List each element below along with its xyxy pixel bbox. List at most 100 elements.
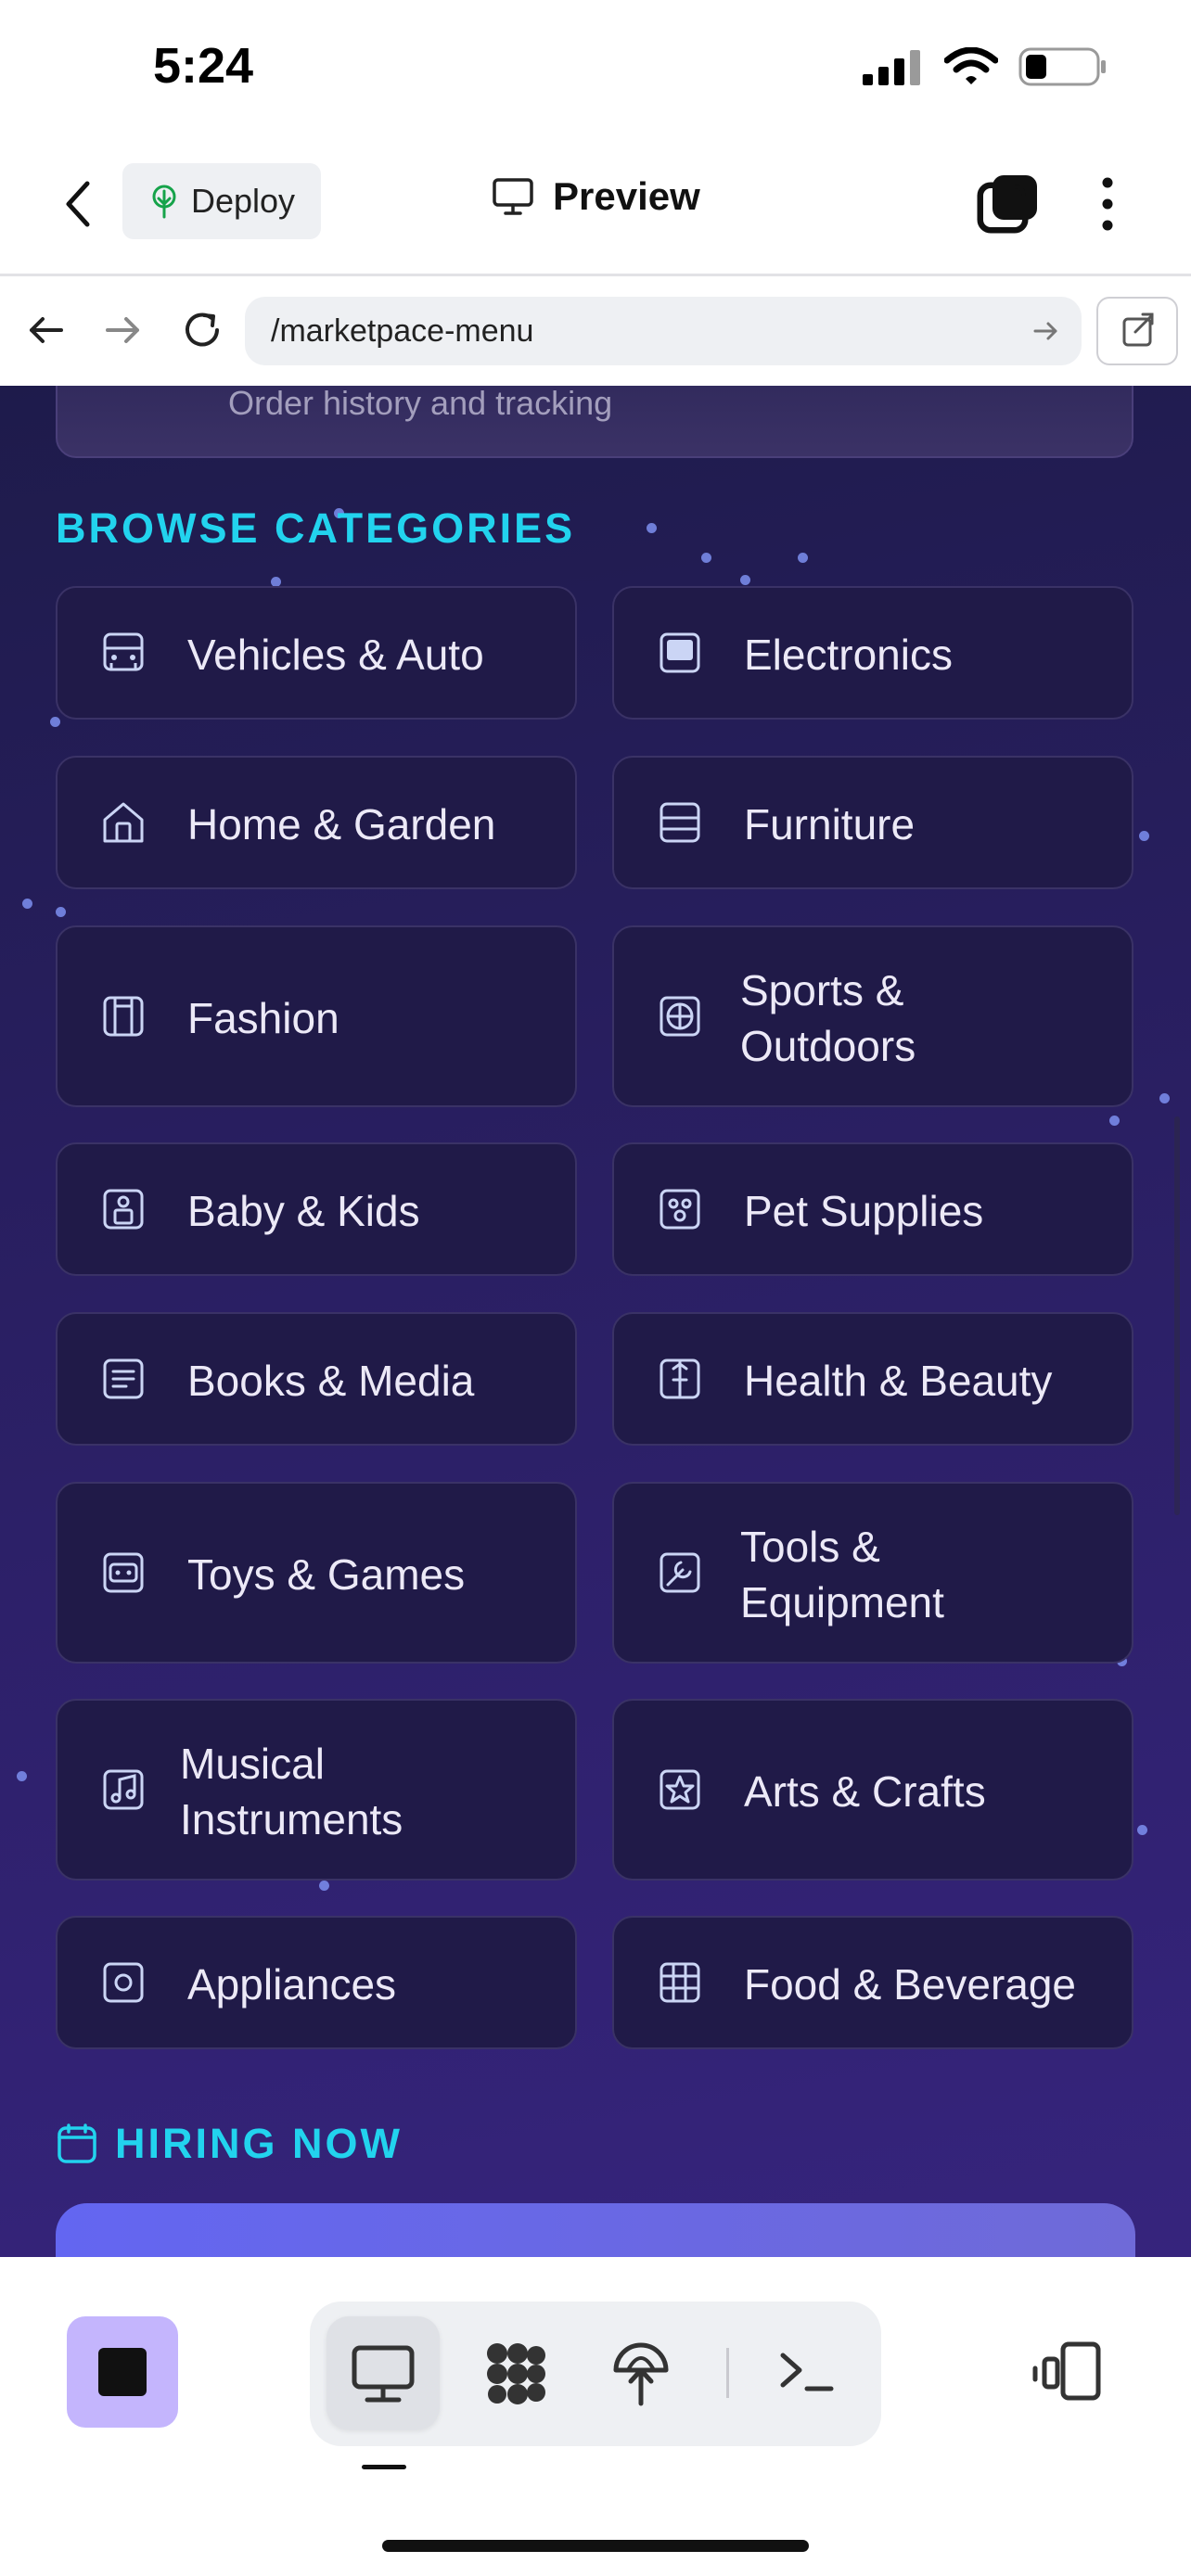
- music-icon: [103, 1769, 144, 1810]
- category-label: Vehicles & Auto: [187, 631, 484, 679]
- browser-back-button[interactable]: [20, 304, 72, 356]
- car-icon: [103, 632, 144, 671]
- device-toggle-button[interactable]: [1031, 2335, 1106, 2409]
- stop-button[interactable]: [67, 2316, 178, 2428]
- tab-deploy[interactable]: [584, 2316, 698, 2429]
- home-indicator: [382, 2540, 809, 2552]
- view-switcher: [310, 2302, 881, 2446]
- deploy-button[interactable]: Deploy: [122, 163, 321, 239]
- hiring-title: HIRING NOW: [115, 2120, 403, 2167]
- category-label: Pet Supplies: [744, 1187, 984, 1235]
- stop-icon: [98, 2348, 147, 2396]
- status-icons: [863, 46, 1108, 87]
- category-fashion[interactable]: Fashion: [56, 925, 577, 1107]
- arrow-right-icon: [106, 317, 139, 343]
- category-label: Appliances: [187, 1960, 397, 2009]
- decorative-dot: [1109, 1116, 1120, 1126]
- decorative-dot: [798, 553, 808, 563]
- more-button[interactable]: [1091, 172, 1124, 236]
- browse-categories-title: BROWSE CATEGORIES: [56, 504, 576, 552]
- decorative-dot: [701, 553, 711, 563]
- reload-button[interactable]: [176, 304, 228, 356]
- monitor-icon: [352, 2345, 415, 2403]
- deploy-label: Deploy: [190, 182, 296, 220]
- grid-icon: [660, 1962, 700, 2003]
- category-baby-kids[interactable]: Baby & Kids: [56, 1142, 577, 1276]
- apps-cluster-icon: [487, 2343, 545, 2404]
- tab-preview[interactable]: [327, 2316, 440, 2429]
- category-label: Health & Beauty: [744, 1357, 1053, 1405]
- separator: [726, 2348, 729, 2398]
- category-label: Tools & Equipment: [740, 1523, 944, 1626]
- status-bar: 5:24: [0, 0, 1191, 139]
- category-appliances[interactable]: Appliances: [56, 1916, 577, 2049]
- browser-forward-button[interactable]: [96, 304, 148, 356]
- wrench-icon: [660, 1552, 700, 1593]
- wifi-icon: [944, 47, 998, 84]
- monitor-icon: [660, 632, 700, 673]
- category-books-media[interactable]: Books & Media: [56, 1312, 577, 1446]
- cabinet-icon: [660, 802, 700, 843]
- category-electronics[interactable]: Electronics: [612, 586, 1133, 720]
- category-furniture[interactable]: Furniture: [612, 756, 1133, 889]
- category-label: Furniture: [744, 800, 916, 848]
- url-text: /marketpace-menu: [271, 313, 534, 349]
- hiring-card[interactable]: [56, 2203, 1135, 2257]
- terminal-icon: [780, 2353, 834, 2391]
- ball-icon: [660, 996, 700, 1037]
- category-toys-games[interactable]: Toys & Games: [56, 1482, 577, 1664]
- category-tools-equipment[interactable]: Tools & Equipment: [612, 1482, 1133, 1664]
- house-icon: [103, 802, 144, 843]
- calendar-icon: [58, 2123, 96, 2163]
- decorative-dot: [22, 899, 32, 909]
- battery-icon: [1018, 47, 1106, 86]
- category-pet-supplies[interactable]: Pet Supplies: [612, 1142, 1133, 1276]
- chevron-left-icon: [66, 181, 90, 227]
- category-health-beauty[interactable]: Health & Beauty: [612, 1312, 1133, 1446]
- deploy-tree-icon: [613, 2342, 669, 2406]
- app-header: Deploy Preview: [0, 139, 1191, 276]
- health-icon: [660, 1358, 700, 1399]
- preview-label: Preview: [553, 174, 700, 218]
- category-arts-crafts[interactable]: Arts & Crafts: [612, 1699, 1133, 1881]
- page-content: Order history and tracking BROWSE CATEGO…: [0, 386, 1191, 2257]
- back-button[interactable]: [56, 176, 102, 232]
- category-label: Home & Garden: [187, 800, 496, 848]
- tab-apps[interactable]: [458, 2316, 571, 2429]
- baby-icon: [103, 1189, 144, 1230]
- gamepad-icon: [103, 1552, 144, 1593]
- browser-url-bar: /marketpace-menu: [0, 276, 1191, 388]
- bottom-toolbar: [0, 2257, 1191, 2576]
- preview-title: Preview: [492, 174, 700, 219]
- category-label: Sports & Outdoors: [740, 966, 916, 1070]
- tabs-button[interactable]: [976, 172, 1041, 236]
- category-food-beverage[interactable]: Food & Beverage: [612, 1916, 1133, 2049]
- scrollbar[interactable]: [1174, 1116, 1180, 1515]
- open-external-button[interactable]: [1096, 297, 1178, 365]
- decorative-dot: [319, 1881, 329, 1891]
- deploy-tree-icon: [152, 185, 176, 219]
- category-home-garden[interactable]: Home & Garden: [56, 756, 577, 889]
- category-label: Fashion: [187, 994, 339, 1042]
- url-input[interactable]: /marketpace-menu: [245, 297, 1082, 365]
- category-vehicles-auto[interactable]: Vehicles & Auto: [56, 586, 577, 720]
- reload-icon: [186, 312, 219, 347]
- category-label: Electronics: [744, 631, 953, 679]
- external-link-icon: [1122, 312, 1154, 347]
- category-label: Food & Beverage: [744, 1960, 1077, 2009]
- category-label: Baby & Kids: [187, 1187, 420, 1235]
- arrow-left-icon: [30, 317, 63, 343]
- decorative-dot: [56, 907, 66, 917]
- category-musical-instruments[interactable]: Musical Instruments: [56, 1699, 577, 1881]
- stack-icon: [977, 175, 1037, 234]
- order-history-card[interactable]: Order history and tracking: [56, 386, 1133, 458]
- order-history-subtitle: Order history and tracking: [228, 386, 613, 422]
- decorative-dot: [1139, 831, 1149, 841]
- active-tab-indicator: [362, 2465, 406, 2469]
- category-sports-outdoors[interactable]: Sports & Outdoors: [612, 925, 1133, 1107]
- go-arrow-icon[interactable]: [1030, 315, 1061, 347]
- decorative-dot: [50, 717, 60, 727]
- tab-console[interactable]: [749, 2316, 863, 2429]
- category-label: Arts & Crafts: [744, 1767, 986, 1816]
- paw-icon: [660, 1189, 700, 1230]
